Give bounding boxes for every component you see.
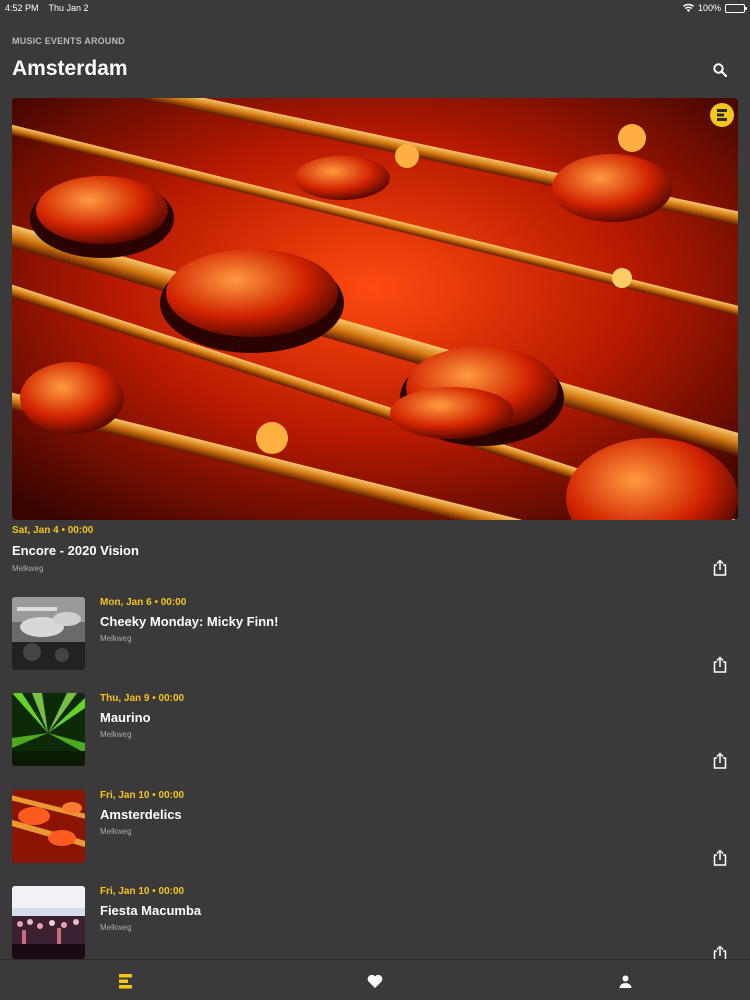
event-date: Fri, Jan 10 • 00:00 <box>100 790 185 801</box>
list-item[interactable]: Fri, Jan 10 • 00:00 Amsterdelics Melkweg <box>0 790 750 880</box>
share-icon <box>713 655 727 673</box>
event-venue: Melkweg <box>100 634 132 643</box>
tab-bar <box>0 959 750 1000</box>
list-item[interactable]: Mon, Jan 6 • 00:00 Cheeky Monday: Micky … <box>0 597 750 687</box>
event-venue: Melkweg <box>100 827 132 836</box>
share-button[interactable] <box>710 750 730 770</box>
event-date: Mon, Jan 6 • 00:00 <box>100 597 187 608</box>
tab-profile[interactable] <box>614 970 636 992</box>
event-thumbnail <box>12 693 85 766</box>
featured-share-button[interactable] <box>710 557 730 577</box>
share-icon <box>713 751 727 769</box>
event-title[interactable]: Maurino <box>100 710 151 725</box>
event-venue: Melkweg <box>100 730 132 739</box>
wifi-icon <box>682 3 694 14</box>
event-title[interactable]: Cheeky Monday: Micky Finn! <box>100 614 278 629</box>
page-title: Amsterdam <box>12 57 128 80</box>
events-list-icon <box>118 973 132 988</box>
status-time: 4:52 PM <box>5 3 39 13</box>
heart-icon <box>367 974 383 988</box>
share-icon <box>713 558 727 576</box>
event-thumbnail <box>12 886 85 959</box>
tab-events[interactable] <box>114 970 136 992</box>
event-thumbnail <box>12 790 85 863</box>
event-title[interactable]: Amsterdelics <box>100 807 182 822</box>
event-venue: Melkweg <box>100 923 132 932</box>
search-button[interactable] <box>709 59 731 81</box>
event-title[interactable]: Fiesta Macumba <box>100 903 201 918</box>
event-date: Fri, Jan 10 • 00:00 <box>100 886 185 897</box>
tab-favorites[interactable] <box>364 970 386 992</box>
battery-icon <box>725 3 747 13</box>
featured-event-title[interactable]: Encore - 2020 Vision <box>12 543 139 558</box>
status-bar: 4:52 PM Thu Jan 2 100% <box>0 0 750 16</box>
featured-event-date: Sat, Jan 4 • 00:00 <box>12 525 94 536</box>
status-date: Thu Jan 2 <box>48 3 89 13</box>
eventbrite-logo-icon <box>710 103 734 127</box>
share-button[interactable] <box>710 654 730 674</box>
header-kicker: MUSIC EVENTS AROUND <box>12 36 125 46</box>
list-item[interactable]: Thu, Jan 9 • 00:00 Maurino Melkweg <box>0 693 750 783</box>
featured-event-venue: Melkweg <box>12 564 44 573</box>
share-icon <box>713 848 727 866</box>
person-icon <box>619 975 631 988</box>
event-thumbnail <box>12 597 85 670</box>
event-date: Thu, Jan 9 • 00:00 <box>100 693 185 704</box>
battery-percent: 100% <box>697 3 721 13</box>
featured-event-image[interactable] <box>12 98 738 520</box>
share-button[interactable] <box>710 847 730 867</box>
search-icon <box>713 63 727 77</box>
